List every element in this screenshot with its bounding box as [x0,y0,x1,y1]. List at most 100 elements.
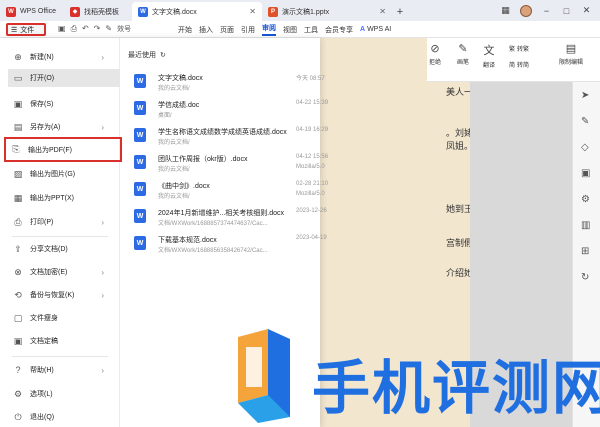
tab-home[interactable]: 开始 [178,25,192,35]
layers-icon[interactable]: ▥ [581,220,590,231]
print-icon: ⎙ [14,216,22,227]
tab-view[interactable]: 视图 [283,25,297,35]
document-text-line: 凤姐。凤姐初 [446,142,470,152]
new-tab-button[interactable]: + [392,2,408,21]
print-icon[interactable]: ⎙ [71,24,77,34]
close-icon[interactable]: ✕ [249,7,256,16]
word-file-icon: W [134,182,146,196]
writer-icon: W [138,6,148,17]
sidebar-item-label: 文档加密(E) [30,269,68,276]
sidebar-item-open[interactable]: ▭ 打开(O) [8,69,120,87]
save-icon[interactable]: ▣ [58,24,66,34]
file-time: 04-12 15:56 [296,154,329,160]
sidebar-item-new[interactable]: ⊕ 新建(N) › [8,48,120,66]
file-path: 我的云文档/ [158,194,190,200]
shape-icon[interactable]: ◇ [581,142,589,153]
sidebar-item-slim[interactable]: ▢ 文件瘦身 [8,309,120,327]
document-text-line: 她到王夫人处 [446,205,470,215]
grid-icon[interactable]: ⊞ [581,246,589,257]
sidebar-item-print[interactable]: ⎙ 打印(P) › [8,213,120,231]
file-path: 文档/WXWork/1688857374474637/Cac... [158,221,268,227]
pen-button[interactable]: ✎ 画笔 [457,42,469,66]
close-window-icon[interactable]: ✕ [581,5,592,16]
word-file-icon: W [134,209,146,223]
sidebar-item-save[interactable]: ▣ 保存(S) [8,95,120,113]
sidebar-item-label: 文档定稿 [30,338,58,345]
translate-button[interactable]: 文 翻译 [483,42,495,69]
sidebar-item-export-image[interactable]: ▨ 输出为图片(G) [8,165,120,183]
file-menu-label: 文件 [20,26,35,34]
sidebar-item-backup[interactable]: ⟲ 备份与恢复(K) › [8,286,120,304]
restrict-edit-button[interactable]: ▤ 限制编辑 [559,42,583,66]
close-icon[interactable]: ✕ [379,7,386,16]
sidebar-item-options[interactable]: ⚙ 选项(L) [8,385,120,403]
tab-daoke-templates[interactable]: ◆ 找稻壳模板 [64,2,132,21]
tab-insert[interactable]: 插入 [199,25,213,35]
hamburger-icon: ☰ [11,26,18,34]
file-time: 02-28 21:10 [296,181,329,187]
recent-file-item[interactable]: W 文字文稿.docx 我的云文档/ 今天 08:57 [134,71,325,97]
file-name: 学生名称语文成绩数学成绩英语成绩.docx [158,129,287,136]
to-traditional-button[interactable]: 繁 转繁 [509,44,529,53]
quick-access-toolbar: ▣ ⎙ ↶ ↷ ✎ 效号 [58,24,131,34]
word-file-icon: W [134,74,146,88]
recent-file-item[interactable]: W 学信成绩.doc 桌面/ 04-22 15:39 [134,98,328,124]
wps-ai-button[interactable]: A WPS AI [360,26,391,33]
sidebar-item-finalize[interactable]: ▣ 文档定稿 [8,332,120,350]
recent-file-item[interactable]: W 学生名称语文成绩数学成绩英语成绩.docx 我的云文档/ 04-19 16:… [134,125,328,151]
tab-tools[interactable]: 工具 [304,25,318,35]
minimize-icon[interactable]: − [541,5,552,16]
picture-icon[interactable]: ▣ [581,168,590,179]
tab-wps-office[interactable]: W WPS Office [0,2,64,21]
word-file-icon: W [134,155,146,169]
tab-presentation[interactable]: P 演示文稿1.pptx ✕ [262,2,392,21]
tab-page[interactable]: 页面 [220,25,234,35]
file-menu-button[interactable]: ☰ 文件 [6,23,46,36]
word-file-icon: W [134,101,146,115]
sidebar-item-label: 打开(O) [30,75,55,82]
recent-file-item[interactable]: W 团队工作周报（okr版）.docx 我的云文档/ 04-12 15:56 M… [134,152,328,178]
settings-icon[interactable]: ⚙ [581,194,590,205]
cursor-icon[interactable]: ➤ [581,90,589,101]
maximize-icon[interactable]: □ [561,5,572,16]
sidebar-item-export-ppt[interactable]: ▦ 输出为PPT(X) [8,189,120,207]
recent-file-item[interactable]: W 2024年1月新增维护...相关考核细则.docx 文档/WXWork/16… [134,206,327,232]
sidebar-item-share[interactable]: ⇪ 分享文档(D) [8,240,120,258]
recent-file-item[interactable]: W 下载基本规范.docx 文档/WXWork/1688856358426742… [134,233,327,259]
backup-icon: ⟲ [14,289,22,300]
file-name: 学信成绩.doc [158,102,200,109]
sidebar-item-label: 分享文档(D) [30,246,68,253]
reject-icon: ⊘ [430,43,440,55]
save-as-icon: ▤ [13,121,23,132]
options-icon: ⚙ [13,388,23,399]
redo-icon[interactable]: ↷ [94,24,101,34]
sidebar-item-save-as[interactable]: ▤ 另存为(A) › [8,118,120,136]
ribbon-bar: ☰ 文件 ▣ ⎙ ↶ ↷ ✎ 效号 开始 插入 页面 引用 审阅 视图 工具 会… [0,21,600,38]
sidebar-item-encrypt[interactable]: ⊗ 文档加密(E) › [8,263,120,281]
style-icon[interactable]: ✎ [105,24,112,34]
sidebar-item-exit[interactable]: ⏻ 退出(Q) [8,408,120,426]
to-simplified-button[interactable]: 简 转简 [509,60,529,69]
undo-icon[interactable]: ↶ [82,24,89,34]
tab-writer-document[interactable]: W 文字文稿.docx ✕ [132,2,262,21]
reject-button[interactable]: ⊘ 拒绝 [429,42,441,66]
edit-icon[interactable]: ✎ [581,116,589,127]
tab-references[interactable]: 引用 [241,25,255,35]
tab-member[interactable]: 会员专享 [325,25,353,35]
file-path: 我的云文档/ [158,140,190,146]
exit-icon: ⏻ [14,411,22,422]
refresh-icon[interactable]: ↻ [160,51,166,59]
sidebar-item-export-pdf[interactable]: ⎘ 输出为PDF(F) [4,137,122,162]
sidebar-item-label: 帮助(H) [30,367,54,374]
history-icon[interactable]: ↻ [581,272,589,283]
tab-review[interactable]: 审阅 [262,23,276,36]
file-path: 我的云文档/ [158,167,190,173]
style-label[interactable]: 效号 [117,24,131,34]
word-file-icon: W [134,236,146,250]
sidebar-item-help[interactable]: ? 帮助(H) › [8,361,120,379]
grid-icon[interactable]: ▦ [500,5,511,16]
recent-file-item[interactable]: W 《曲中剑》.docx 我的云文档/ 02-28 21:10 Mozilla/… [134,179,328,205]
avatar[interactable] [520,4,532,17]
watermark-text: 手机评测网 [312,354,600,422]
ppt-export-icon: ▦ [13,192,23,203]
